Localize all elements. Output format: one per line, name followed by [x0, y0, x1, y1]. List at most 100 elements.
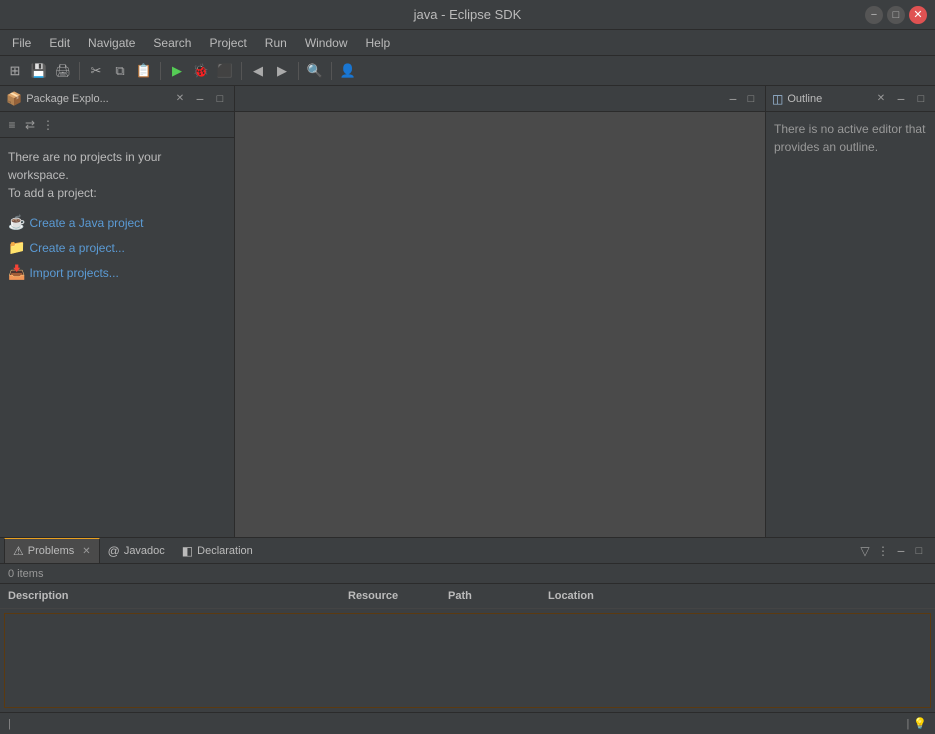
toolbar-stop-btn[interactable]: ⬛	[214, 60, 236, 82]
outline-maximize[interactable]: □	[913, 91, 929, 107]
package-explorer-minimize[interactable]: −	[192, 91, 208, 107]
bottom-tab-javadoc[interactable]: @ Javadoc	[100, 538, 174, 563]
package-explorer-content: There are no projects in your workspace.…	[0, 138, 234, 537]
toolbar-profile-btn[interactable]: 👤	[337, 60, 359, 82]
bottom-tab-controls: ▽ ⋮ − □	[857, 543, 931, 559]
col-path: Path	[440, 588, 540, 604]
maximize-button[interactable]: □	[887, 6, 905, 24]
toolbar-prev-btn[interactable]: ◀	[247, 60, 269, 82]
col-description: Description	[0, 588, 340, 604]
status-bar: | | 💡	[0, 712, 935, 734]
bottom-tab-declaration[interactable]: ◧ Declaration	[174, 538, 262, 563]
bottom-minimize[interactable]: −	[893, 543, 909, 559]
link-item-0: ☕ Create a Java project	[8, 210, 226, 235]
toolbar-paste-btn[interactable]: 📋	[133, 60, 155, 82]
editor-minimize[interactable]: −	[725, 91, 741, 107]
tab-close-problems[interactable]: ✕	[82, 546, 90, 557]
window-title: java - Eclipse SDK	[414, 7, 522, 22]
editor-body	[235, 112, 765, 537]
bottom-more-btn[interactable]: ⋮	[875, 543, 891, 559]
tab-label-javadoc: Javadoc	[124, 545, 165, 557]
bottom-status-bar: 0 items	[0, 564, 935, 584]
pkg-more-btn[interactable]: ⋮	[40, 117, 56, 133]
outline-panel: ◫ Outline ✕ − □ There is no active edito…	[765, 86, 935, 537]
toolbar-sep-2	[160, 62, 161, 80]
toolbar-sep-5	[331, 62, 332, 80]
status-lightbulb-icon[interactable]: 💡	[913, 717, 927, 730]
outline-header: ◫ Outline ✕ − □	[766, 86, 935, 112]
menu-item-project[interactable]: Project	[201, 34, 254, 52]
toolbar-save-btn[interactable]: 💾	[28, 60, 50, 82]
no-projects-text: There are no projects in your workspace.…	[8, 148, 226, 202]
link-item-2: 📥 Import projects...	[8, 260, 226, 285]
tab-icon-problems: ⚠	[13, 544, 24, 558]
status-left: |	[8, 718, 11, 730]
window-controls: − □ ✕	[865, 6, 927, 24]
col-resource: Resource	[340, 588, 440, 604]
import-projects-link[interactable]: 📥 Import projects...	[8, 260, 226, 285]
toolbar-debug-btn[interactable]: 🐞	[190, 60, 212, 82]
menu-item-help[interactable]: Help	[358, 34, 399, 52]
project-icon: 📁	[8, 237, 25, 258]
bottom-maximize[interactable]: □	[911, 543, 927, 559]
outline-close[interactable]: ✕	[873, 91, 889, 107]
status-divider-right: |	[906, 718, 909, 730]
bottom-tab-problems[interactable]: ⚠Problems✕	[4, 538, 100, 563]
menu-item-file[interactable]: File	[4, 34, 39, 52]
bottom-filter-btn[interactable]: ▽	[857, 543, 873, 559]
menu-item-navigate[interactable]: Navigate	[80, 34, 143, 52]
package-explorer-icon: 📦	[6, 91, 22, 107]
title-bar: java - Eclipse SDK − □ ✕	[0, 0, 935, 30]
main-layout: 📦 Package Explo... ✕ − □ ≡ ⇄ ⋮ There are…	[0, 86, 935, 712]
menu-item-run[interactable]: Run	[257, 34, 295, 52]
toolbar-copy-btn[interactable]: ⧉	[109, 60, 131, 82]
status-right: | 💡	[906, 717, 927, 730]
editor-maximize[interactable]: □	[743, 91, 759, 107]
tab-label-declaration: Declaration	[197, 545, 253, 557]
outline-no-editor-text: There is no active editor that provides …	[774, 122, 925, 154]
bottom-tab-bar: ⚠Problems✕ @ Javadoc ◧ Declaration ▽ ⋮ − □	[0, 538, 935, 564]
table-body	[4, 613, 931, 708]
toolbar-search-btn[interactable]: 🔍	[304, 60, 326, 82]
minimize-button[interactable]: −	[865, 6, 883, 24]
tab-icon-declaration: ◧	[182, 544, 193, 558]
toolbar-print-btn[interactable]: 🖨	[52, 60, 74, 82]
toolbar-sep-1	[79, 62, 80, 80]
menu-item-window[interactable]: Window	[297, 34, 356, 52]
package-explorer-close[interactable]: ✕	[172, 91, 188, 107]
tab-icon-javadoc: @	[108, 544, 120, 558]
package-explorer-panel: 📦 Package Explo... ✕ − □ ≡ ⇄ ⋮ There are…	[0, 86, 235, 537]
toolbar-sep-4	[298, 62, 299, 80]
create-java-project-link[interactable]: ☕ Create a Java project	[8, 210, 226, 235]
toolbar-new-btn[interactable]: ⊞	[4, 60, 26, 82]
outline-minimize[interactable]: −	[893, 91, 909, 107]
pkg-collapse-btn[interactable]: ≡	[4, 117, 20, 133]
editor-controls: − □	[719, 91, 765, 107]
top-area: 📦 Package Explo... ✕ − □ ≡ ⇄ ⋮ There are…	[0, 86, 935, 537]
editor-tab-bar: − □	[235, 86, 765, 112]
project-links: ☕ Create a Java project 📁 Create a proje…	[8, 210, 226, 285]
outline-content: There is no active editor that provides …	[766, 112, 935, 164]
close-button[interactable]: ✕	[909, 6, 927, 24]
outline-icon: ◫	[772, 92, 783, 106]
status-divider-left: |	[8, 718, 11, 730]
package-explorer-maximize[interactable]: □	[212, 91, 228, 107]
col-location: Location	[540, 588, 690, 604]
java-project-icon: ☕	[8, 212, 25, 233]
package-explorer-header: 📦 Package Explo... ✕ − □	[0, 86, 234, 112]
menu-item-search[interactable]: Search	[145, 34, 199, 52]
import-icon: 📥	[8, 262, 25, 283]
toolbar: ⊞ 💾 🖨 ✂ ⧉ 📋 ▶ 🐞 ⬛ ◀ ▶ 🔍 👤	[0, 56, 935, 86]
toolbar-cut-btn[interactable]: ✂	[85, 60, 107, 82]
toolbar-run-btn[interactable]: ▶	[166, 60, 188, 82]
table-header: DescriptionResourcePathLocation	[0, 584, 935, 609]
toolbar-next-btn[interactable]: ▶	[271, 60, 293, 82]
toolbar-sep-3	[241, 62, 242, 80]
items-count: 0 items	[8, 568, 43, 580]
create-project-link[interactable]: 📁 Create a project...	[8, 235, 226, 260]
bottom-panel: ⚠Problems✕ @ Javadoc ◧ Declaration ▽ ⋮ − □ 0…	[0, 537, 935, 712]
menu-item-edit[interactable]: Edit	[41, 34, 78, 52]
pkg-sync-btn[interactable]: ⇄	[22, 117, 38, 133]
menu-bar: FileEditNavigateSearchProjectRunWindowHe…	[0, 30, 935, 56]
outline-title: Outline	[787, 93, 869, 105]
